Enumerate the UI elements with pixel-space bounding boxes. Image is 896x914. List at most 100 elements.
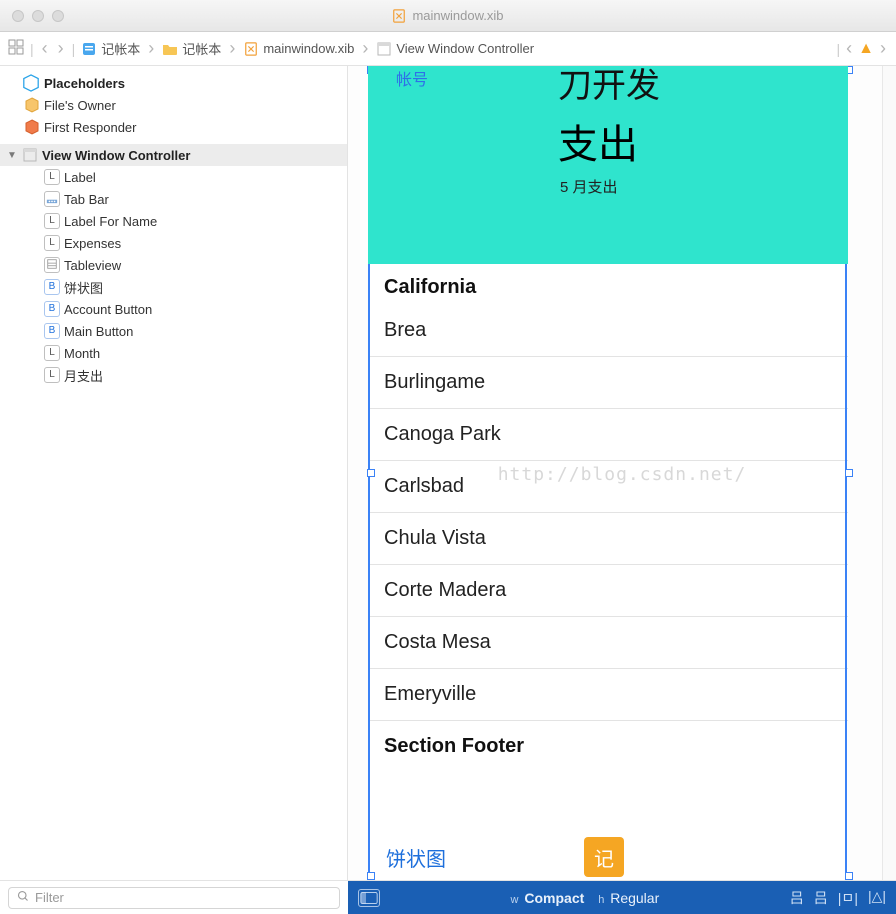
document-outline: Placeholders File's Owner First Responde…: [0, 66, 348, 880]
sizeclass-h-value: Regular: [610, 890, 659, 906]
button-type-icon: B: [44, 279, 60, 295]
canvas-bottom-bar: w Compact h Regular 吕 吕 |ㅁ| |△|: [348, 881, 896, 914]
outline-item-label: Tableview: [64, 258, 121, 273]
main-split: Placeholders File's Owner First Responde…: [0, 66, 896, 880]
breadcrumb-item-viewcontroller[interactable]: View Window Controller: [376, 41, 534, 57]
files-owner-item[interactable]: File's Owner: [0, 94, 347, 116]
breadcrumb-item-folder[interactable]: 记帐本: [162, 39, 221, 58]
account-button[interactable]: 帐号: [396, 66, 428, 90]
breadcrumb-label: mainwindow.xib: [263, 41, 354, 56]
heading1-label: 刀开发: [558, 66, 660, 107]
outline-item[interactable]: Tableview: [0, 254, 347, 276]
nav-back-button[interactable]: ‹: [40, 38, 50, 59]
outline-item[interactable]: L月支出: [0, 364, 347, 386]
first-responder-label: First Responder: [44, 120, 136, 135]
chevron-right-icon: ›: [227, 38, 237, 59]
outline-item-label: 饼状图: [64, 278, 103, 297]
outline-item[interactable]: Tab Bar: [0, 188, 347, 210]
nav-back-secondary-button[interactable]: ‹: [844, 38, 854, 59]
breadcrumb-item-file[interactable]: mainwindow.xib: [243, 41, 354, 57]
outline-item-label: Account Button: [64, 302, 152, 317]
canvas-scrollbar[interactable]: [882, 66, 896, 880]
bottom-bar: Filter w Compact h Regular 吕 吕 |ㅁ| |△|: [0, 880, 896, 914]
window-title-text: mainwindow.xib: [412, 8, 503, 23]
breadcrumb-label: 记帐本: [101, 39, 140, 58]
outline-filter-wrap: Filter: [0, 881, 348, 914]
align-tool-icon[interactable]: 吕: [814, 888, 828, 908]
viewcontroller-icon: [22, 147, 38, 163]
table-row[interactable]: Canoga Park: [368, 409, 848, 461]
button-type-icon: B: [44, 323, 60, 339]
vc-title: View Window Controller: [42, 148, 190, 163]
warning-icon[interactable]: ▲: [858, 40, 874, 58]
month-expense-label: 5 月支出: [560, 176, 618, 197]
jump-bar: | ‹ › | 记帐本 › 记帐本 › mainwindow.xib › Vie…: [0, 32, 896, 66]
outline-item-label: Label For Name: [64, 214, 157, 229]
label-type-icon: L: [44, 345, 60, 361]
table-row[interactable]: Burlingame: [368, 357, 848, 409]
outline-item[interactable]: B Account Button: [0, 298, 347, 320]
root-view[interactable]: 帐号 刀开发 支出 5 月支出 California BreaBurlingam…: [368, 66, 848, 880]
placeholders-icon: [22, 74, 40, 92]
view-type-icon: [44, 257, 60, 273]
window-titlebar: mainwindow.xib: [0, 0, 896, 32]
outline-item[interactable]: B Main Button: [0, 320, 347, 342]
outline-item[interactable]: LExpenses: [0, 232, 347, 254]
chevron-right-icon: ›: [146, 38, 156, 59]
table-row[interactable]: Corte Madera: [368, 565, 848, 617]
record-button[interactable]: 记: [584, 837, 624, 877]
separator: |: [30, 41, 34, 57]
outline-item-label: Label: [64, 170, 96, 185]
breadcrumb-item-project[interactable]: 记帐本: [81, 39, 140, 58]
tab-bar: 饼状图 记: [368, 834, 848, 880]
view-window-controller-item[interactable]: ▼ View Window Controller: [0, 144, 347, 166]
table-row[interactable]: Carlsbad: [368, 461, 848, 513]
filter-icon: [17, 890, 29, 905]
disclosure-triangle-icon[interactable]: ▼: [6, 150, 18, 161]
header-panel: 帐号 刀开发 支出 5 月支出: [368, 66, 848, 264]
chevron-right-icon: ›: [360, 38, 370, 59]
folder-icon: [162, 41, 178, 57]
table-row[interactable]: Emeryville: [368, 669, 848, 721]
table-row[interactable]: Chula Vista: [368, 513, 848, 565]
constraint-tools: 吕 吕 |ㅁ| |△|: [790, 888, 886, 908]
tableview[interactable]: California BreaBurlingameCanoga ParkCarl…: [368, 264, 848, 834]
outline-item[interactable]: B饼状图: [0, 276, 347, 298]
separator: |: [837, 41, 841, 57]
size-class-control[interactable]: w Compact h Regular: [390, 890, 780, 906]
sizeclass-h-label: h: [598, 894, 604, 906]
outline-item[interactable]: L Label: [0, 166, 347, 188]
first-responder-item[interactable]: First Responder: [0, 116, 347, 138]
interface-builder-canvas[interactable]: 帐号 刀开发 支出 5 月支出 California BreaBurlingam…: [348, 66, 896, 880]
nav-forward-secondary-button[interactable]: ›: [878, 38, 888, 59]
related-items-icon[interactable]: [8, 39, 24, 59]
outline-item-label: 月支出: [64, 366, 103, 385]
filter-placeholder: Filter: [35, 890, 64, 905]
table-row[interactable]: Brea: [368, 305, 848, 357]
stack-tool-icon[interactable]: 吕: [790, 888, 804, 908]
pin-tool-icon[interactable]: |ㅁ|: [838, 888, 858, 908]
tabbar-type-icon: [44, 191, 60, 207]
outline-item-label: Main Button: [64, 324, 133, 339]
outline-body[interactable]: Placeholders File's Owner First Responde…: [0, 66, 347, 880]
pie-chart-button[interactable]: 饼状图: [386, 843, 446, 872]
outline-item-label: Expenses: [64, 236, 121, 251]
toggle-outline-button[interactable]: [358, 889, 380, 907]
button-type-icon: B: [44, 301, 60, 317]
window-title: mainwindow.xib: [0, 8, 896, 23]
files-owner-icon: [24, 97, 40, 113]
label-type-icon: L: [44, 367, 60, 383]
table-row[interactable]: Costa Mesa: [368, 617, 848, 669]
month-text: 月支出: [568, 179, 617, 196]
label-type-icon: L: [44, 169, 60, 185]
separator: |: [72, 41, 76, 57]
resolve-tool-icon[interactable]: |△|: [868, 888, 886, 908]
sizeclass-w-label: w: [511, 894, 519, 906]
breadcrumb-label: View Window Controller: [396, 41, 534, 56]
outline-item[interactable]: LMonth: [0, 342, 347, 364]
nav-forward-button[interactable]: ›: [56, 38, 66, 59]
placeholders-section[interactable]: Placeholders: [0, 72, 347, 94]
device-frame: 帐号 刀开发 支出 5 月支出 California BreaBurlingam…: [368, 66, 848, 880]
outline-filter-input[interactable]: Filter: [8, 887, 340, 909]
outline-item[interactable]: LLabel For Name: [0, 210, 347, 232]
